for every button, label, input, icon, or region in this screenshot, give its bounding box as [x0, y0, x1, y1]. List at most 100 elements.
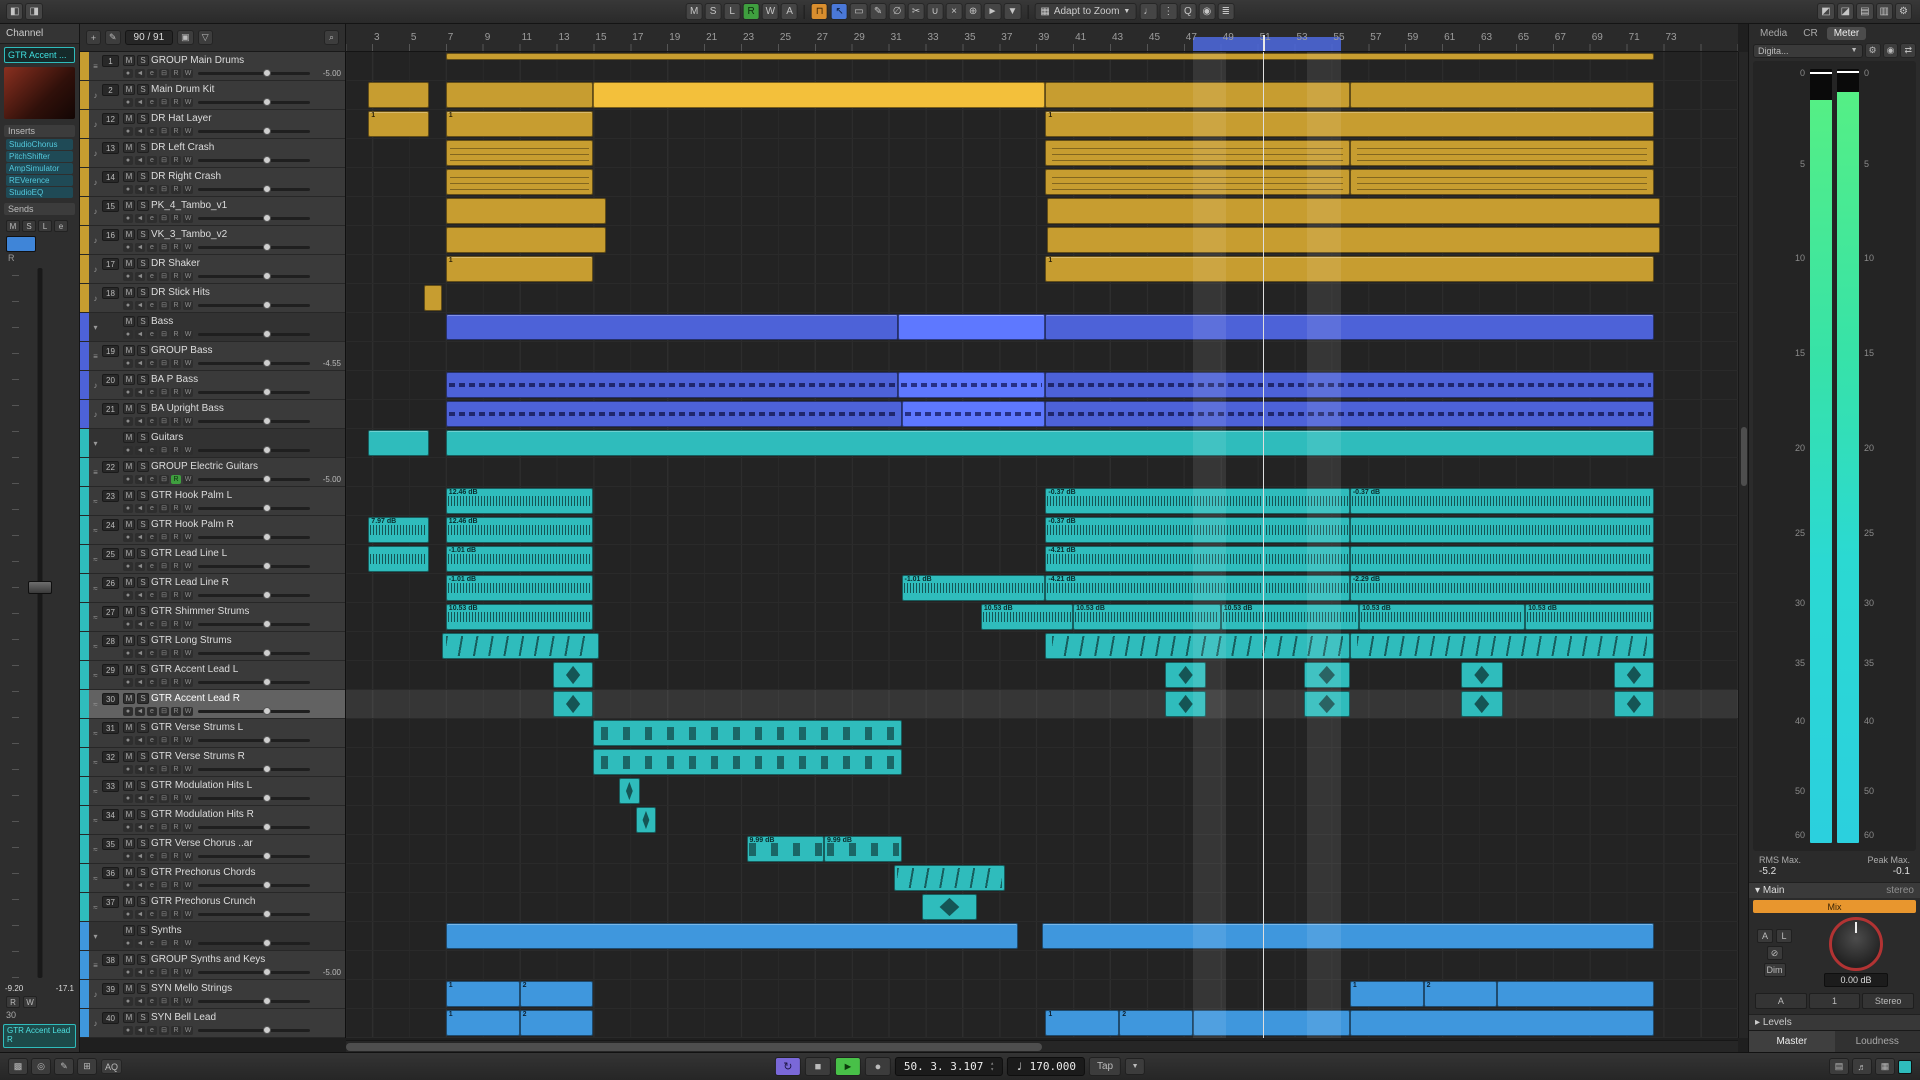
monitor-icon[interactable]: ◄ — [135, 649, 145, 658]
record-arm-icon[interactable]: ● — [123, 504, 133, 513]
track-mute-button[interactable]: M — [123, 258, 135, 269]
write-icon[interactable]: W — [183, 591, 193, 600]
track-mute-button[interactable]: M — [123, 751, 135, 762]
edit-channel-icon[interactable]: e — [147, 736, 157, 745]
line-mode-icon[interactable]: ≣ — [1217, 3, 1234, 20]
track-solo-button[interactable]: S — [137, 809, 149, 820]
timeline-ruler[interactable]: 3579111315171921232527293133353739414345… — [346, 24, 1738, 52]
track-volume-slider[interactable] — [198, 72, 310, 75]
search-icon[interactable]: ⌕ — [324, 30, 339, 45]
track-lane[interactable] — [346, 951, 1738, 980]
record-arm-icon[interactable]: ● — [123, 214, 133, 223]
slider-knob[interactable] — [263, 881, 271, 889]
freeze-icon[interactable]: ⊟ — [159, 359, 169, 368]
read-automation-button[interactable]: R — [6, 996, 20, 1008]
track-mute-button[interactable]: M — [123, 896, 135, 907]
write-icon[interactable]: W — [183, 359, 193, 368]
pin-icon[interactable]: ◉ — [1883, 43, 1899, 58]
erase-tool[interactable]: ∅ — [889, 3, 906, 20]
slider-knob[interactable] — [263, 1026, 271, 1034]
audio-clip[interactable] — [446, 401, 902, 427]
edit-channel-icon[interactable]: e — [147, 881, 157, 890]
slider-knob[interactable] — [263, 504, 271, 512]
edit-channel-icon[interactable]: e — [147, 823, 157, 832]
track-row[interactable]: ≈28MSGTR Long Strums●◄e⊟RW — [80, 632, 345, 661]
freeze-icon[interactable]: ⊟ — [159, 852, 169, 861]
track-row[interactable]: ≈26MSGTR Lead Line R●◄e⊟RW — [80, 574, 345, 603]
audio-clip[interactable]: -1.01 dB — [902, 575, 1046, 601]
channel-name[interactable]: GTR Accent ... — [4, 47, 75, 63]
write-icon[interactable]: W — [183, 881, 193, 890]
audio-clip[interactable] — [898, 372, 1046, 398]
track-row[interactable]: ♪16MSVK_3_Tambo_v2●◄e⊟RW — [80, 226, 345, 255]
audio-clip[interactable] — [1461, 691, 1503, 717]
audio-clip[interactable] — [1193, 1010, 1350, 1036]
monitor-icon[interactable]: ◄ — [135, 794, 145, 803]
insert-slot[interactable]: AmpSimulator — [6, 163, 73, 174]
write-icon[interactable]: W — [183, 475, 193, 484]
track-solo-button[interactable]: S — [137, 113, 149, 124]
read-icon[interactable]: R — [171, 620, 181, 629]
write-icon[interactable]: W — [183, 707, 193, 716]
track-mute-button[interactable]: M — [123, 171, 135, 182]
track-mute-button[interactable]: M — [123, 403, 135, 414]
record-arm-icon[interactable]: ● — [123, 98, 133, 107]
track-row[interactable]: ▾MSSynths●◄e⊟RW — [80, 922, 345, 951]
audio-clip[interactable] — [1045, 314, 1654, 340]
track-solo-button[interactable]: S — [137, 374, 149, 385]
freeze-icon[interactable]: ⊟ — [159, 562, 169, 571]
freeze-icon[interactable]: ⊟ — [159, 968, 169, 977]
audio-clip[interactable]: 2 — [520, 981, 594, 1007]
audio-clip[interactable] — [1304, 662, 1350, 688]
monitor-icon[interactable]: ◄ — [135, 939, 145, 948]
track-row[interactable]: ▾MSBass●◄e⊟RW — [80, 313, 345, 342]
edit-channel-icon[interactable]: e — [147, 649, 157, 658]
audio-clip[interactable] — [1350, 633, 1654, 659]
monitor-icon[interactable]: ◄ — [135, 330, 145, 339]
monitor-icon[interactable]: ◄ — [135, 69, 145, 78]
spin-down-icon[interactable]: ▾ — [990, 1067, 994, 1073]
audio-clip[interactable] — [446, 140, 594, 166]
play-tool[interactable]: ► — [984, 3, 1002, 20]
read-icon[interactable]: R — [171, 910, 181, 919]
downmix-1[interactable]: 1 — [1809, 993, 1861, 1009]
track-solo-button[interactable]: S — [137, 693, 149, 704]
edit-channel-icon[interactable]: e — [147, 707, 157, 716]
write-icon[interactable]: W — [183, 156, 193, 165]
track-mute-button[interactable]: M — [123, 287, 135, 298]
track-solo-button[interactable]: S — [137, 432, 149, 443]
track-mute-button[interactable]: M — [123, 461, 135, 472]
slider-knob[interactable] — [263, 156, 271, 164]
read-icon[interactable]: R — [171, 214, 181, 223]
monitor-icon[interactable]: ◄ — [135, 968, 145, 977]
audio-clip[interactable] — [1350, 546, 1654, 572]
freeze-icon[interactable]: ⊟ — [159, 649, 169, 658]
audio-clip[interactable]: 1 — [1350, 981, 1424, 1007]
track-solo-button[interactable]: S — [137, 838, 149, 849]
slider-knob[interactable] — [263, 446, 271, 454]
audio-clip[interactable] — [1047, 227, 1660, 253]
track-row[interactable]: ≈27MSGTR Shimmer Strums●◄e⊟RW — [80, 603, 345, 632]
audio-clip[interactable] — [636, 807, 656, 833]
record-arm-icon[interactable]: ● — [123, 446, 133, 455]
write-icon[interactable]: W — [183, 968, 193, 977]
read-icon[interactable]: R — [171, 968, 181, 977]
track-lane[interactable] — [346, 835, 1738, 864]
audio-clip[interactable]: 7.97 dB — [368, 517, 429, 543]
solo-all-button[interactable]: S — [705, 3, 722, 20]
track-solo-button[interactable]: S — [137, 84, 149, 95]
monitor-icon[interactable]: ◄ — [135, 997, 145, 1006]
write-icon[interactable]: W — [183, 243, 193, 252]
audio-clip[interactable]: 2 — [520, 1010, 594, 1036]
monitor-icon[interactable]: ◄ — [135, 1026, 145, 1035]
track-volume-slider[interactable] — [198, 362, 310, 365]
record-arm-icon[interactable]: ● — [123, 678, 133, 687]
pan-control[interactable] — [6, 236, 36, 252]
slider-knob[interactable] — [263, 997, 271, 1005]
track-mute-button[interactable]: M — [123, 577, 135, 588]
audio-clip[interactable] — [446, 372, 898, 398]
track-solo-button[interactable]: S — [137, 519, 149, 530]
track-volume-slider[interactable] — [198, 420, 310, 423]
edit-channel-icon[interactable]: e — [147, 272, 157, 281]
vertical-scrollbar[interactable] — [1738, 52, 1748, 1038]
